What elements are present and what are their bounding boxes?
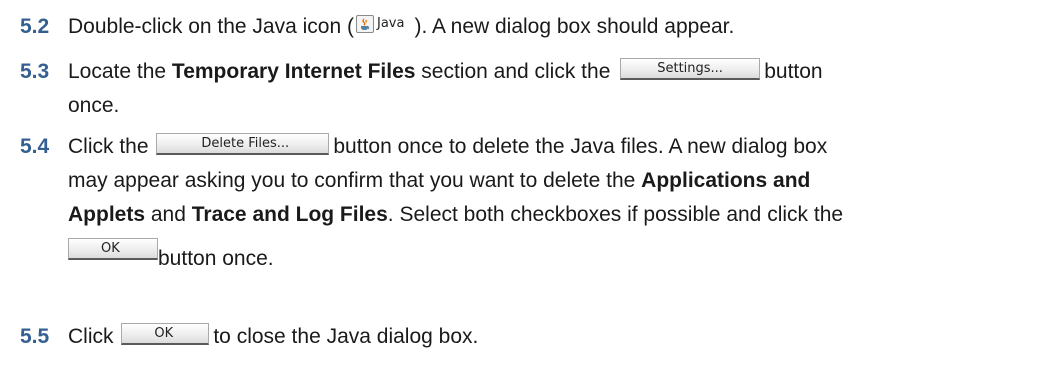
ok-button[interactable]: OK: [121, 323, 210, 346]
step-text: button once.: [158, 247, 274, 270]
step-text: Locate the: [68, 60, 172, 83]
step-text: . Select both checkboxes if possible and…: [387, 203, 844, 226]
java-cup-icon: [355, 15, 374, 34]
bold-term: Applets: [68, 203, 146, 226]
settings-button[interactable]: Settings...: [620, 58, 761, 81]
step-number: 5.2: [20, 15, 50, 38]
step-text: may appear asking you to confirm that yo…: [68, 169, 642, 192]
ok-button-label: OK: [101, 241, 120, 257]
step-5-3: 5.3 Locate the Temporary Internet Files …: [20, 55, 1051, 123]
step-text: Click the: [68, 135, 149, 158]
step-text: Double-click on the Java icon (: [68, 15, 354, 38]
java-icon-button: Java: [354, 12, 414, 36]
java-label: Java: [376, 16, 405, 32]
step-text: section and click the: [415, 60, 611, 83]
step-text: once.: [68, 94, 120, 117]
settings-button-label: Settings...: [657, 61, 723, 77]
step-text: button once to delete the Java files. A …: [333, 135, 828, 158]
step-number: 5.5: [20, 325, 50, 348]
delete-files-button[interactable]: Delete Files...: [156, 133, 330, 156]
step-5-5: 5.5 Click OK to close the Java dialog box…: [20, 320, 1051, 354]
bold-term: Temporary Internet Files: [171, 60, 416, 83]
step-text: to close the Java dialog box.: [213, 325, 479, 348]
bold-term: Applications and: [641, 169, 811, 192]
delete-files-button-label: Delete Files...: [201, 136, 290, 152]
ok-button[interactable]: OK: [68, 238, 158, 261]
step-5-4: 5.4 Click the Delete Files... button once…: [20, 130, 1051, 278]
step-text: and: [145, 203, 192, 226]
step-number: 5.4: [20, 135, 50, 158]
step-text: button: [764, 60, 823, 83]
step-text: ). A new dialog box should appear.: [414, 15, 735, 38]
step-5-2: 5.2 Double-click on the Java icon ( Java)…: [20, 10, 1051, 44]
step-number: 5.3: [20, 60, 50, 83]
step-text: Click: [68, 325, 114, 348]
ok-button-label: OK: [154, 326, 174, 342]
bold-term: Trace and Log Files: [191, 203, 388, 226]
